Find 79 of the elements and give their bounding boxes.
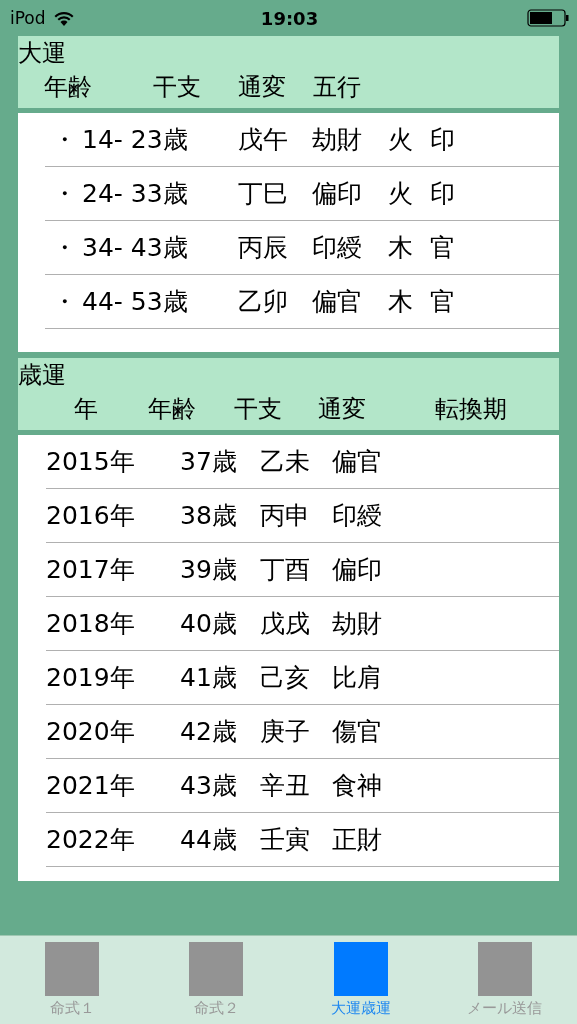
table-cell-text: 14- 23歳 [82, 124, 189, 156]
table-cell-text: 40歳 [180, 608, 238, 640]
table-cell-text: 正財 [332, 824, 383, 856]
table-cell-text: 印 [430, 178, 456, 210]
table-cell-text: 2016年 [46, 500, 136, 532]
table-cell-text: 34- 43歳 [82, 232, 189, 264]
table-cell-text: 丁酉 [260, 554, 311, 586]
wifi-icon [53, 10, 74, 26]
tab[interactable]: 大運歳運 [288, 936, 433, 1024]
table-cell-text: 戊戌 [260, 608, 311, 640]
table-cell-text: 偏印 [332, 554, 383, 586]
column-header: 通変 [238, 72, 287, 103]
table-cell-text: 2018年 [46, 608, 136, 640]
table-cell-text: 2022年 [46, 824, 136, 856]
table-cell-text: 壬寅 [260, 824, 311, 856]
table-cell-text: 37歳 [180, 446, 238, 478]
table-cell-text: 2017年 [46, 554, 136, 586]
bullet: ・ [52, 178, 78, 210]
table-cell-text: 38歳 [180, 500, 238, 532]
table-cell-text: 2020年 [46, 716, 136, 748]
table-cell-text: 偏印 [312, 178, 363, 210]
bullet: ・ [52, 286, 78, 318]
table-cell-text: 偏官 [312, 286, 363, 318]
table-cell-text: 丁巳 [238, 178, 289, 210]
table-cell-text: 乙卯 [238, 286, 289, 318]
table-cell-text: 丙申 [260, 500, 311, 532]
table-cell-text: 比肩 [332, 662, 383, 694]
table-cell-text: 42歳 [180, 716, 238, 748]
table-cell-text: 傷官 [332, 716, 383, 748]
table-cell-text: 印 [430, 124, 456, 156]
table-cell-text: 24- 33歳 [82, 178, 189, 210]
table-cell-text: 戊午 [238, 124, 289, 156]
table-cell-text: 火 [388, 178, 414, 210]
bullet: ・ [52, 124, 78, 156]
table-cell-text: 丙辰 [238, 232, 289, 264]
tab[interactable]: 命式２ [144, 936, 289, 1024]
column-header: 年齢 [44, 72, 93, 103]
table-cell-text: 印綬 [332, 500, 383, 532]
column-header: 干支 [153, 72, 202, 103]
table-cell-text: 印綬 [312, 232, 363, 264]
table-cell-text: 2021年 [46, 770, 136, 802]
table-cell-text: 己亥 [260, 662, 311, 694]
section-title: 歳運 [18, 360, 67, 391]
table-cell-text: 39歳 [180, 554, 238, 586]
square-icon [45, 942, 100, 996]
table-cell-text: 44- 53歳 [82, 286, 189, 318]
tab[interactable]: 命式１ [0, 936, 145, 1024]
table-cell-text: 2019年 [46, 662, 136, 694]
column-header: 転換期 [435, 394, 508, 425]
table-cell-text: 偏官 [332, 446, 383, 478]
table-cell-text: 劫財 [312, 124, 363, 156]
table-cell-text: 2015年 [46, 446, 136, 478]
table-cell-text: 木 [388, 232, 414, 264]
clock-time: 19:03 [260, 7, 319, 29]
table-cell-text: 辛丑 [260, 770, 311, 802]
table-cell-text: 木 [388, 286, 414, 318]
section-title: 大運 [18, 38, 67, 69]
column-header: 年齢 [148, 394, 197, 425]
square-icon [333, 942, 388, 996]
battery-icon [527, 9, 569, 27]
table-cell-text: 庚子 [260, 716, 311, 748]
table-cell-text: 官 [430, 286, 456, 318]
table-cell-text: 乙未 [260, 446, 311, 478]
column-header: 五行 [313, 72, 362, 103]
table-cell-text: 44歳 [180, 824, 238, 856]
table-cell-text: 劫財 [332, 608, 383, 640]
table-cell-text: 43歳 [180, 770, 238, 802]
column-header: 通変 [318, 394, 367, 425]
square-icon [189, 942, 244, 996]
device-name: iPod [10, 8, 46, 28]
table-cell-text: 41歳 [180, 662, 238, 694]
table-cell-text: 食神 [332, 770, 383, 802]
column-header: 年 [74, 394, 99, 425]
bullet: ・ [52, 232, 78, 264]
column-header: 干支 [234, 394, 283, 425]
square-icon [477, 942, 532, 996]
tab[interactable]: メール送信 [432, 936, 577, 1024]
table-cell-text: 官 [430, 232, 456, 264]
table-cell-text: 火 [388, 124, 414, 156]
